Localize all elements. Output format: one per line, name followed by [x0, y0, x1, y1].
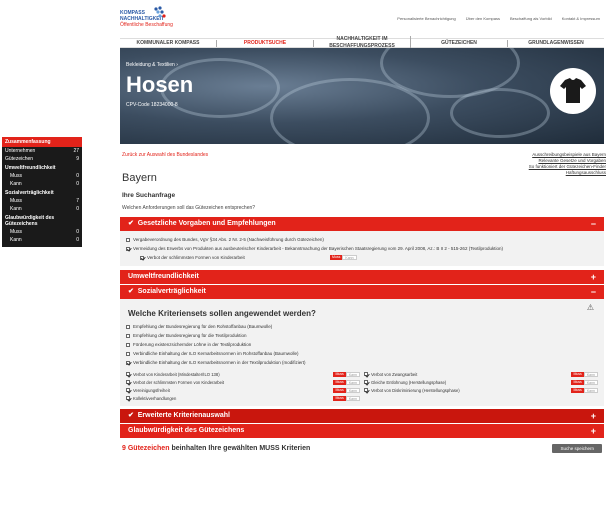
- summary-row-umwelt-kann: Kann 0: [10, 181, 79, 187]
- summary-row-glaub-kann: Kann 0: [10, 237, 79, 243]
- collapse-icon[interactable]: −: [591, 285, 596, 299]
- hero-texture: [450, 88, 550, 138]
- top-bar: KOMPASS NACHHALTIGKEIT Öffentliche Besch…: [120, 6, 604, 38]
- muss-kann-toggle[interactable]: Muss Kann: [330, 255, 357, 260]
- ilo-item[interactable]: Kollektivverhandlungen Muss Kann: [126, 394, 360, 402]
- summary-row-sozial-muss: Muss 7: [10, 198, 79, 204]
- checkbox[interactable]: [126, 237, 130, 242]
- summary-group-glaub: Glaubwürdigkeit des Gütezeichens: [5, 215, 55, 227]
- summary-panel: Zusammenfassung Unternehmen 27 Gütezeiche…: [2, 137, 82, 247]
- hero-banner: Bekleidung & Textilien › Hosen CPV-Code …: [120, 48, 604, 144]
- ilo-col-right: Verbot von Zwangsarbeit Muss Kann Gleiche …: [364, 370, 598, 402]
- top-links: Personalisierte Benachrichtigung Über de…: [397, 16, 600, 21]
- product-badge: [550, 68, 596, 114]
- summary-heading: Zusammenfassung: [2, 137, 82, 147]
- result-bar: 9 Gütezeichen beinhalten Ihre gewählten …: [120, 444, 604, 453]
- main-nav: KOMMUNALER KOMPASS PRODUKTSUCHE NACHHALT…: [120, 36, 604, 50]
- shirt-icon: [560, 78, 586, 103]
- checkbox[interactable]: [140, 255, 144, 260]
- hero-breadcrumb[interactable]: Bekleidung & Textilien ›: [126, 62, 178, 68]
- toplink-kontakt[interactable]: Kontakt & Impressum: [562, 16, 600, 21]
- section-glaub-header[interactable]: Glaubwürdigkeit des Gütezeichens +: [120, 424, 604, 438]
- ilo-item[interactable]: Verbot der schlimmsten Formen von Kinder…: [126, 378, 360, 386]
- checkbox[interactable]: [126, 324, 130, 329]
- toplink-ueber[interactable]: Über den Kompass: [466, 16, 500, 21]
- page: Zusammenfassung Unternehmen 27 Gütezeiche…: [0, 0, 608, 508]
- kriterium-item[interactable]: Empfehlung der Bundesregierung für den R…: [126, 322, 598, 331]
- section-sozial-header[interactable]: ✔ Sozialverträglichkeit −: [120, 285, 604, 299]
- section-gesetz-panel: Vergabeverordnung des Bundes, VgV §34 Ab…: [120, 231, 604, 266]
- save-search-button[interactable]: Suche speichern: [552, 444, 602, 453]
- ilo-item[interactable]: Verbot von Zwangsarbeit Muss Kann: [364, 370, 598, 378]
- summary-row-sozial-kann: Kann 0: [10, 206, 79, 212]
- result-count: 9 Gütezeichen beinhalten Ihre gewählten …: [122, 445, 311, 452]
- right-links: Ausschreibungsbeispiele aus Bayern Relev…: [529, 152, 606, 176]
- nav-guetezeichen[interactable]: GÜTEZEICHEN: [411, 39, 508, 47]
- toplink-vorbild[interactable]: Beschaffung als Vorbild: [510, 16, 552, 21]
- summary-group-sozial: Sozialverträglichkeit: [5, 190, 54, 196]
- kriterien-question: Welche Kriteriensets sollen angewendet w…: [128, 309, 316, 318]
- gesetz-item[interactable]: Vermeidung des Erwerbs von Produkten aus…: [126, 244, 598, 253]
- expand-icon[interactable]: +: [591, 270, 596, 284]
- suche-heading: Ihre Suchanfrage: [122, 192, 176, 199]
- section-sozial-panel: Welche Kriteriensets sollen angewendet w…: [120, 299, 604, 406]
- checkbox[interactable]: [126, 246, 130, 251]
- checkbox[interactable]: [126, 333, 130, 338]
- nav-kommunaler-kompass[interactable]: KOMMUNALER KOMPASS: [120, 39, 217, 47]
- checkbox[interactable]: [126, 360, 130, 365]
- expand-icon[interactable]: +: [591, 409, 596, 423]
- warning-icon[interactable]: ⚠: [587, 303, 594, 312]
- logo-mark-icon: [154, 6, 166, 18]
- nav-grundlagenwissen[interactable]: GRUNDLAGENWISSEN: [508, 40, 604, 47]
- kriterium-item[interactable]: Förderung existenzsichernder Löhne in de…: [126, 340, 598, 349]
- summary-row-guetezeichen: Gütezeichen 9: [5, 156, 79, 162]
- nav-produktsuche[interactable]: PRODUKTSUCHE: [217, 39, 314, 47]
- kriterium-item[interactable]: Verbindliche Einhaltung der ILO Kernarbe…: [126, 349, 598, 358]
- section-gesetz-header[interactable]: ✔ Gesetzliche Vorgaben und Empfehlungen −: [120, 217, 604, 231]
- collapse-icon[interactable]: −: [591, 217, 596, 231]
- ilo-item[interactable]: Vereinigungsfreiheit Muss Kann: [126, 386, 360, 394]
- summary-group-umwelt: Umweltfreundlichkeit: [5, 165, 56, 171]
- gesetz-item[interactable]: Vergabeverordnung des Bundes, VgV §34 Ab…: [126, 235, 598, 244]
- kriterium-item[interactable]: Empfehlung der Bundesregierung für die T…: [126, 331, 598, 340]
- checkbox[interactable]: [126, 351, 130, 356]
- main-column: KOMPASS NACHHALTIGKEIT Öffentliche Besch…: [120, 6, 604, 453]
- suche-question: Welchen Anforderungen soll das Gütezeich…: [122, 205, 256, 211]
- ilo-item[interactable]: Verbot von Kinderarbeit (Mindestalter/IL…: [126, 370, 360, 378]
- ilo-item[interactable]: Gleiche Entlohnung (Herstellungsphase) Mu…: [364, 378, 598, 386]
- checkbox[interactable]: [126, 342, 130, 347]
- expand-icon[interactable]: +: [591, 424, 596, 438]
- section-umwelt-header[interactable]: Umweltfreundlichkeit +: [120, 270, 604, 284]
- kriterium-item[interactable]: Verbindliche Einhaltung der ILO Kernarbe…: [126, 358, 598, 367]
- ilo-item[interactable]: Verbot von Diskriminierung (Herstellungs…: [364, 386, 598, 394]
- summary-row-unternehmen: Unternehmen 27: [5, 148, 79, 154]
- page-title: Hosen: [126, 72, 194, 97]
- cpv-code: CPV-Code 18234000-8: [126, 102, 178, 108]
- summary-row-glaub-muss: Muss 0: [10, 229, 79, 235]
- ilo-criteria-grid: Verbot von Kinderarbeit (Mindestalter/IL…: [126, 370, 598, 402]
- toplink-benachrichtigung[interactable]: Personalisierte Benachrichtigung: [397, 16, 455, 21]
- section-erweitert-header[interactable]: ✔ Erweiterte Kriterienauswahl +: [120, 409, 604, 423]
- gesetz-subitem[interactable]: Verbot der schlimmsten Formen von Kinder…: [140, 253, 598, 262]
- ilo-col-left: Verbot von Kinderarbeit (Mindestalter/IL…: [126, 370, 360, 402]
- link-haftung[interactable]: Haftungsausschluss: [529, 170, 606, 176]
- summary-row-umwelt-muss: Muss 0: [10, 173, 79, 179]
